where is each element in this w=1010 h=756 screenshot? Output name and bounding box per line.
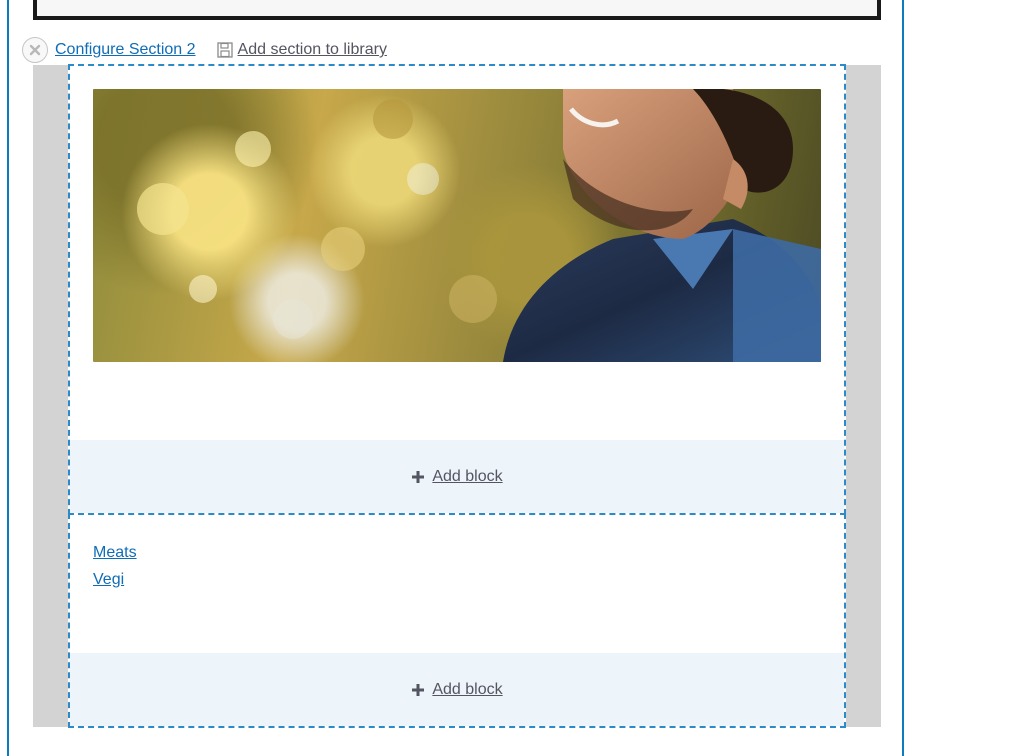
save-icon (216, 42, 233, 58)
configure-section-link[interactable]: Configure Section 2 (55, 41, 196, 59)
previous-section-bottom (33, 0, 881, 20)
region-first: Add block (68, 64, 846, 515)
section-2: Add block Meats Vegi Add block (33, 64, 881, 728)
menu-link-vegi[interactable]: Vegi (93, 571, 124, 588)
add-section-to-library-link[interactable]: Add section to library (238, 41, 387, 59)
add-block-button-region-2[interactable]: Add block (70, 653, 844, 726)
region-second: Meats Vegi Add block (68, 513, 846, 728)
hero-image (93, 89, 821, 362)
plus-icon (411, 470, 425, 484)
add-block-label: Add block (432, 680, 503, 698)
menu-links: Meats Vegi (93, 539, 137, 593)
close-icon (29, 44, 41, 56)
plus-icon (411, 683, 425, 697)
list-item: Meats (93, 539, 137, 566)
remove-section-button[interactable] (22, 37, 48, 63)
section-toolbar: Configure Section 2 Add section to libra… (22, 36, 387, 64)
menu-link-meats[interactable]: Meats (93, 544, 137, 561)
add-to-library-action[interactable]: Add section to library (216, 41, 387, 59)
list-item: Vegi (93, 566, 137, 593)
add-block-button-region-1[interactable]: Add block (70, 440, 844, 513)
add-block-label: Add block (432, 467, 503, 485)
